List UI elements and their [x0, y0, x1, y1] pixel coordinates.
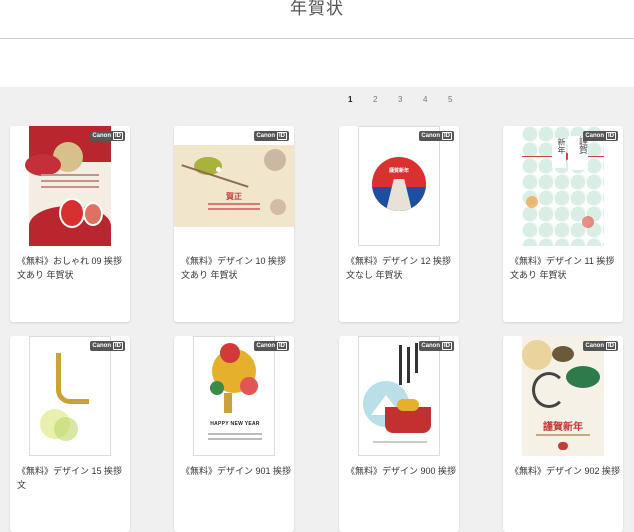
page-link-4[interactable]: 4 — [423, 95, 427, 104]
card-thumbnail[interactable]: Canon ID — [10, 126, 130, 248]
card-caption[interactable]: 《無料》デザイン 902 挨拶 — [510, 464, 622, 478]
card-thumbnail[interactable]: Canon ID — [10, 336, 130, 458]
page-link-2[interactable]: 2 — [373, 95, 377, 104]
page-header: 年賀状 — [0, 0, 634, 39]
card-caption[interactable]: 《無料》デザイン 12 挨拶文なし 年賀状 — [346, 254, 458, 282]
canon-id-badge: Canon ID — [419, 131, 454, 141]
card-12[interactable]: 謹賀新年 Canon ID 《無料》デザイン 12 挨拶文なし 年賀状 — [339, 126, 459, 322]
card-artwork — [29, 336, 111, 456]
card-caption[interactable]: 《無料》デザイン 10 挨拶文あり 年賀状 — [181, 254, 293, 282]
card-caption[interactable]: 《無料》おしゃれ 09 挨拶文あり 年賀状 — [17, 254, 129, 282]
card-09[interactable]: Canon ID 《無料》おしゃれ 09 挨拶文あり 年賀状 — [10, 126, 130, 322]
page-link-3[interactable]: 3 — [398, 95, 402, 104]
card-artwork: 謹賀新年 — [522, 336, 604, 456]
card-11[interactable]: 謹賀 新年 Canon ID 《無料》デザイン 11 挨拶文あり 年賀状 — [503, 126, 623, 322]
canon-id-badge: Canon ID — [419, 341, 454, 351]
card-900[interactable]: Canon ID 《無料》デザイン 900 挨拶 — [339, 336, 459, 532]
canon-id-badge: Canon ID — [90, 131, 125, 141]
card-thumbnail[interactable]: 謹賀新年 Canon ID — [503, 336, 623, 458]
card-thumbnail[interactable]: 謹賀 新年 Canon ID — [503, 126, 623, 248]
card-caption[interactable]: 《無料》デザイン 15 挨拶文 — [17, 464, 129, 492]
card-artwork: 賀正 — [174, 145, 294, 227]
canon-id-badge: Canon ID — [90, 341, 125, 351]
card-artwork — [25, 126, 111, 246]
page-link-1[interactable]: 1 — [348, 95, 352, 104]
card-thumbnail[interactable]: 賀正 Canon ID — [174, 126, 294, 248]
card-caption[interactable]: 《無料》デザイン 900 挨拶 — [346, 464, 458, 478]
card-902[interactable]: 謹賀新年 Canon ID 《無料》デザイン 902 挨拶 — [503, 336, 623, 532]
card-15[interactable]: Canon ID 《無料》デザイン 15 挨拶文 — [10, 336, 130, 532]
card-artwork: 謹賀 新年 — [522, 126, 604, 246]
canon-id-badge: Canon ID — [254, 131, 289, 141]
card-thumbnail[interactable]: HAPPY NEW YEAR Canon ID — [174, 336, 294, 458]
card-901[interactable]: HAPPY NEW YEAR Canon ID 《無料》デザイン 901 挨拶 — [174, 336, 294, 532]
card-caption[interactable]: 《無料》デザイン 11 挨拶文あり 年賀状 — [510, 254, 622, 282]
card-artwork: 謹賀新年 — [358, 126, 440, 246]
canon-id-badge: Canon ID — [583, 341, 618, 351]
page-link-5[interactable]: 5 — [448, 95, 452, 104]
canon-id-badge: Canon ID — [583, 131, 618, 141]
header-spacer — [0, 39, 634, 87]
pagination: 1 2 3 4 5 — [0, 87, 634, 111]
card-artwork — [358, 336, 440, 456]
card-thumbnail[interactable]: Canon ID — [339, 336, 459, 458]
canon-id-badge: Canon ID — [254, 341, 289, 351]
card-caption[interactable]: 《無料》デザイン 901 挨拶 — [181, 464, 293, 478]
card-artwork: HAPPY NEW YEAR — [193, 336, 275, 456]
card-thumbnail[interactable]: 謹賀新年 Canon ID — [339, 126, 459, 248]
page-title: 年賀状 — [290, 0, 344, 18]
card-10[interactable]: 賀正 Canon ID 《無料》デザイン 10 挨拶文あり 年賀状 — [174, 126, 294, 322]
